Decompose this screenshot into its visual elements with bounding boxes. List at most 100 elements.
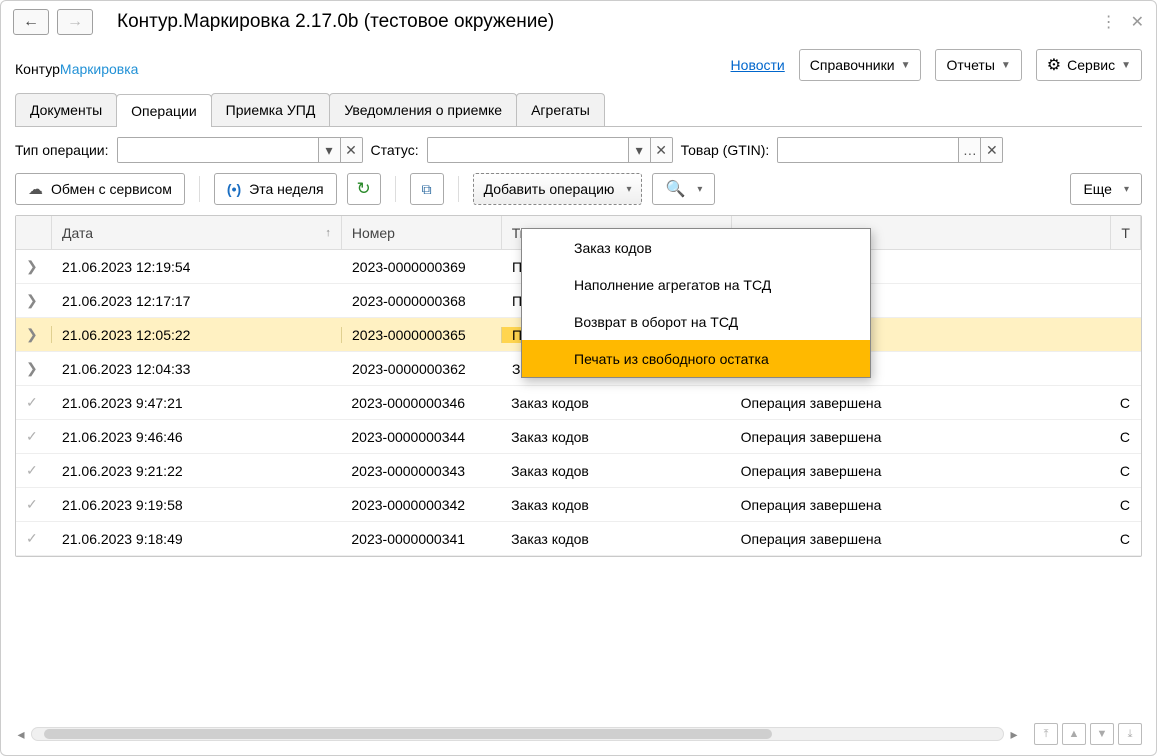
row-date-cell: 21.06.2023 9:46:46	[52, 429, 341, 445]
h-scrollbar[interactable]	[31, 727, 1004, 741]
row-icon-cell: ❯	[16, 360, 52, 377]
table-row[interactable]: ✓21.06.2023 9:47:212023-0000000346Заказ …	[16, 386, 1141, 420]
service-button[interactable]: ⚙Сервис▼	[1036, 49, 1142, 81]
separator	[458, 176, 459, 202]
row-date-cell: 21.06.2023 9:19:58	[52, 497, 341, 513]
search-icon: 🔍	[665, 179, 685, 199]
check-icon: ✓	[26, 496, 38, 512]
gear-icon: ⚙	[1047, 55, 1061, 75]
filter-gtin-browse[interactable]: …	[958, 138, 980, 162]
row-date-cell: 21.06.2023 12:19:54	[52, 259, 342, 275]
separator	[199, 176, 200, 202]
col-date[interactable]: Дата↑	[52, 216, 342, 249]
row-date-cell: 21.06.2023 12:04:33	[52, 361, 342, 377]
refresh-button[interactable]: ↻	[347, 173, 381, 205]
row-extra-cell: С	[1110, 531, 1141, 547]
filter-type-input[interactable]	[118, 138, 318, 162]
row-number-cell: 2023-0000000369	[342, 259, 502, 275]
table-row[interactable]: ✓21.06.2023 9:19:582023-0000000342Заказ …	[16, 488, 1141, 522]
scroll-right-icon[interactable]: ▸	[1008, 726, 1020, 743]
row-status-cell: Операция завершена	[731, 497, 1110, 513]
sync-label: Обмен с сервисом	[51, 181, 172, 197]
row-number-cell: 2023-0000000341	[341, 531, 501, 547]
cloud-icon: ☁	[28, 180, 43, 198]
grid-last-button[interactable]: ⤓	[1118, 723, 1142, 745]
grid-down-button[interactable]: ▼	[1090, 723, 1114, 745]
tab-notifications[interactable]: Уведомления о приемке	[329, 93, 517, 126]
chevron-down-icon: ▾	[626, 184, 631, 195]
tab-upd[interactable]: Приемка УПД	[211, 93, 331, 126]
filter-status-clear[interactable]: ✕	[650, 138, 672, 162]
refresh-icon: ↻	[356, 179, 370, 199]
row-extra-cell: С	[1110, 463, 1141, 479]
row-icon-cell: ✓	[16, 496, 52, 513]
reports-label: Отчеты	[946, 57, 994, 73]
filter-status-combo[interactable]: ▾✕	[427, 137, 673, 163]
filter-status-input[interactable]	[428, 138, 628, 162]
hierarchy-button[interactable]: ⧉	[410, 173, 444, 205]
week-button[interactable]: (•) Эта неделя	[214, 173, 337, 205]
filter-gtin-combo[interactable]: …✕	[777, 137, 1003, 163]
check-icon: ✓	[26, 462, 38, 478]
row-date-cell: 21.06.2023 9:47:21	[52, 395, 341, 411]
row-number-cell: 2023-0000000342	[341, 497, 501, 513]
refs-label: Справочники	[810, 57, 895, 73]
grid-first-button[interactable]: ⤒	[1034, 723, 1058, 745]
menu-item-print-free[interactable]: Печать из свободного остатка	[522, 340, 870, 377]
filter-status-dd[interactable]: ▾	[628, 138, 650, 162]
tab-documents[interactable]: Документы	[15, 93, 117, 126]
forward-button[interactable]: →	[57, 9, 93, 35]
reports-button[interactable]: Отчеты▼	[935, 49, 1021, 81]
add-operation-button[interactable]: Добавить операцию▾	[473, 173, 643, 205]
col-last[interactable]: Т	[1111, 216, 1141, 249]
row-number-cell: 2023-0000000365	[342, 327, 502, 343]
filter-gtin-clear[interactable]: ✕	[980, 138, 1002, 162]
table-row[interactable]: ✓21.06.2023 9:18:492023-0000000341Заказ …	[16, 522, 1141, 556]
close-icon[interactable]: ✕	[1131, 12, 1144, 32]
check-icon: ✓	[26, 428, 38, 444]
filter-type-clear[interactable]: ✕	[340, 138, 362, 162]
more-button[interactable]: Еще▾	[1070, 173, 1142, 205]
row-number-cell: 2023-0000000362	[342, 361, 502, 377]
menu-item-fill-aggregates[interactable]: Наполнение агрегатов на ТСД	[522, 266, 870, 303]
col-icon[interactable]	[16, 216, 52, 249]
tab-aggregates[interactable]: Агрегаты	[516, 93, 605, 126]
app-logo: КонтурМаркировка	[15, 50, 138, 81]
chevron-down-icon: ▼	[1121, 60, 1131, 71]
check-icon: ✓	[26, 394, 38, 410]
filter-type-dd[interactable]: ▾	[318, 138, 340, 162]
chevron-right-icon: ❯	[26, 292, 38, 308]
news-link[interactable]: Новости	[731, 57, 785, 73]
check-icon: ✓	[26, 530, 38, 546]
row-icon-cell: ❯	[16, 326, 52, 343]
back-button[interactable]: ←	[13, 9, 49, 35]
menu-item-order-codes[interactable]: Заказ кодов	[522, 229, 870, 266]
col-number[interactable]: Номер	[342, 216, 502, 249]
row-number-cell: 2023-0000000344	[341, 429, 501, 445]
main-tabs: Документы Операции Приемка УПД Уведомлен…	[15, 93, 1142, 127]
scrollbar-thumb[interactable]	[44, 729, 772, 739]
table-row[interactable]: ✓21.06.2023 9:46:462023-0000000344Заказ …	[16, 420, 1141, 454]
refs-button[interactable]: Справочники▼	[799, 49, 922, 81]
kebab-icon[interactable]: ⋮	[1101, 12, 1117, 32]
row-status-cell: Операция завершена	[731, 531, 1110, 547]
filter-type-combo[interactable]: ▾✕	[117, 137, 363, 163]
menu-item-return[interactable]: Возврат в оборот на ТСД	[522, 303, 870, 340]
chevron-down-icon: ▾	[1124, 184, 1129, 195]
chevron-right-icon: ❯	[26, 326, 38, 342]
chevron-right-icon: ❯	[26, 360, 38, 376]
search-button[interactable]: 🔍▾	[652, 173, 715, 205]
radio-icon: (•)	[227, 181, 241, 197]
chevron-down-icon: ▾	[697, 184, 702, 195]
row-extra-cell: С	[1110, 497, 1141, 513]
window-title: Контур.Маркировка 2.17.0b (тестовое окру…	[117, 11, 554, 33]
scroll-left-icon[interactable]: ◂	[15, 726, 27, 743]
week-label: Эта неделя	[249, 181, 323, 197]
tab-operations[interactable]: Операции	[116, 94, 212, 127]
row-date-cell: 21.06.2023 9:18:49	[52, 531, 341, 547]
table-row[interactable]: ✓21.06.2023 9:21:222023-0000000343Заказ …	[16, 454, 1141, 488]
filter-gtin-input[interactable]	[778, 138, 958, 162]
sync-button[interactable]: ☁ Обмен с сервисом	[15, 173, 185, 205]
add-operation-menu: Заказ кодов Наполнение агрегатов на ТСД …	[521, 228, 871, 378]
grid-up-button[interactable]: ▲	[1062, 723, 1086, 745]
